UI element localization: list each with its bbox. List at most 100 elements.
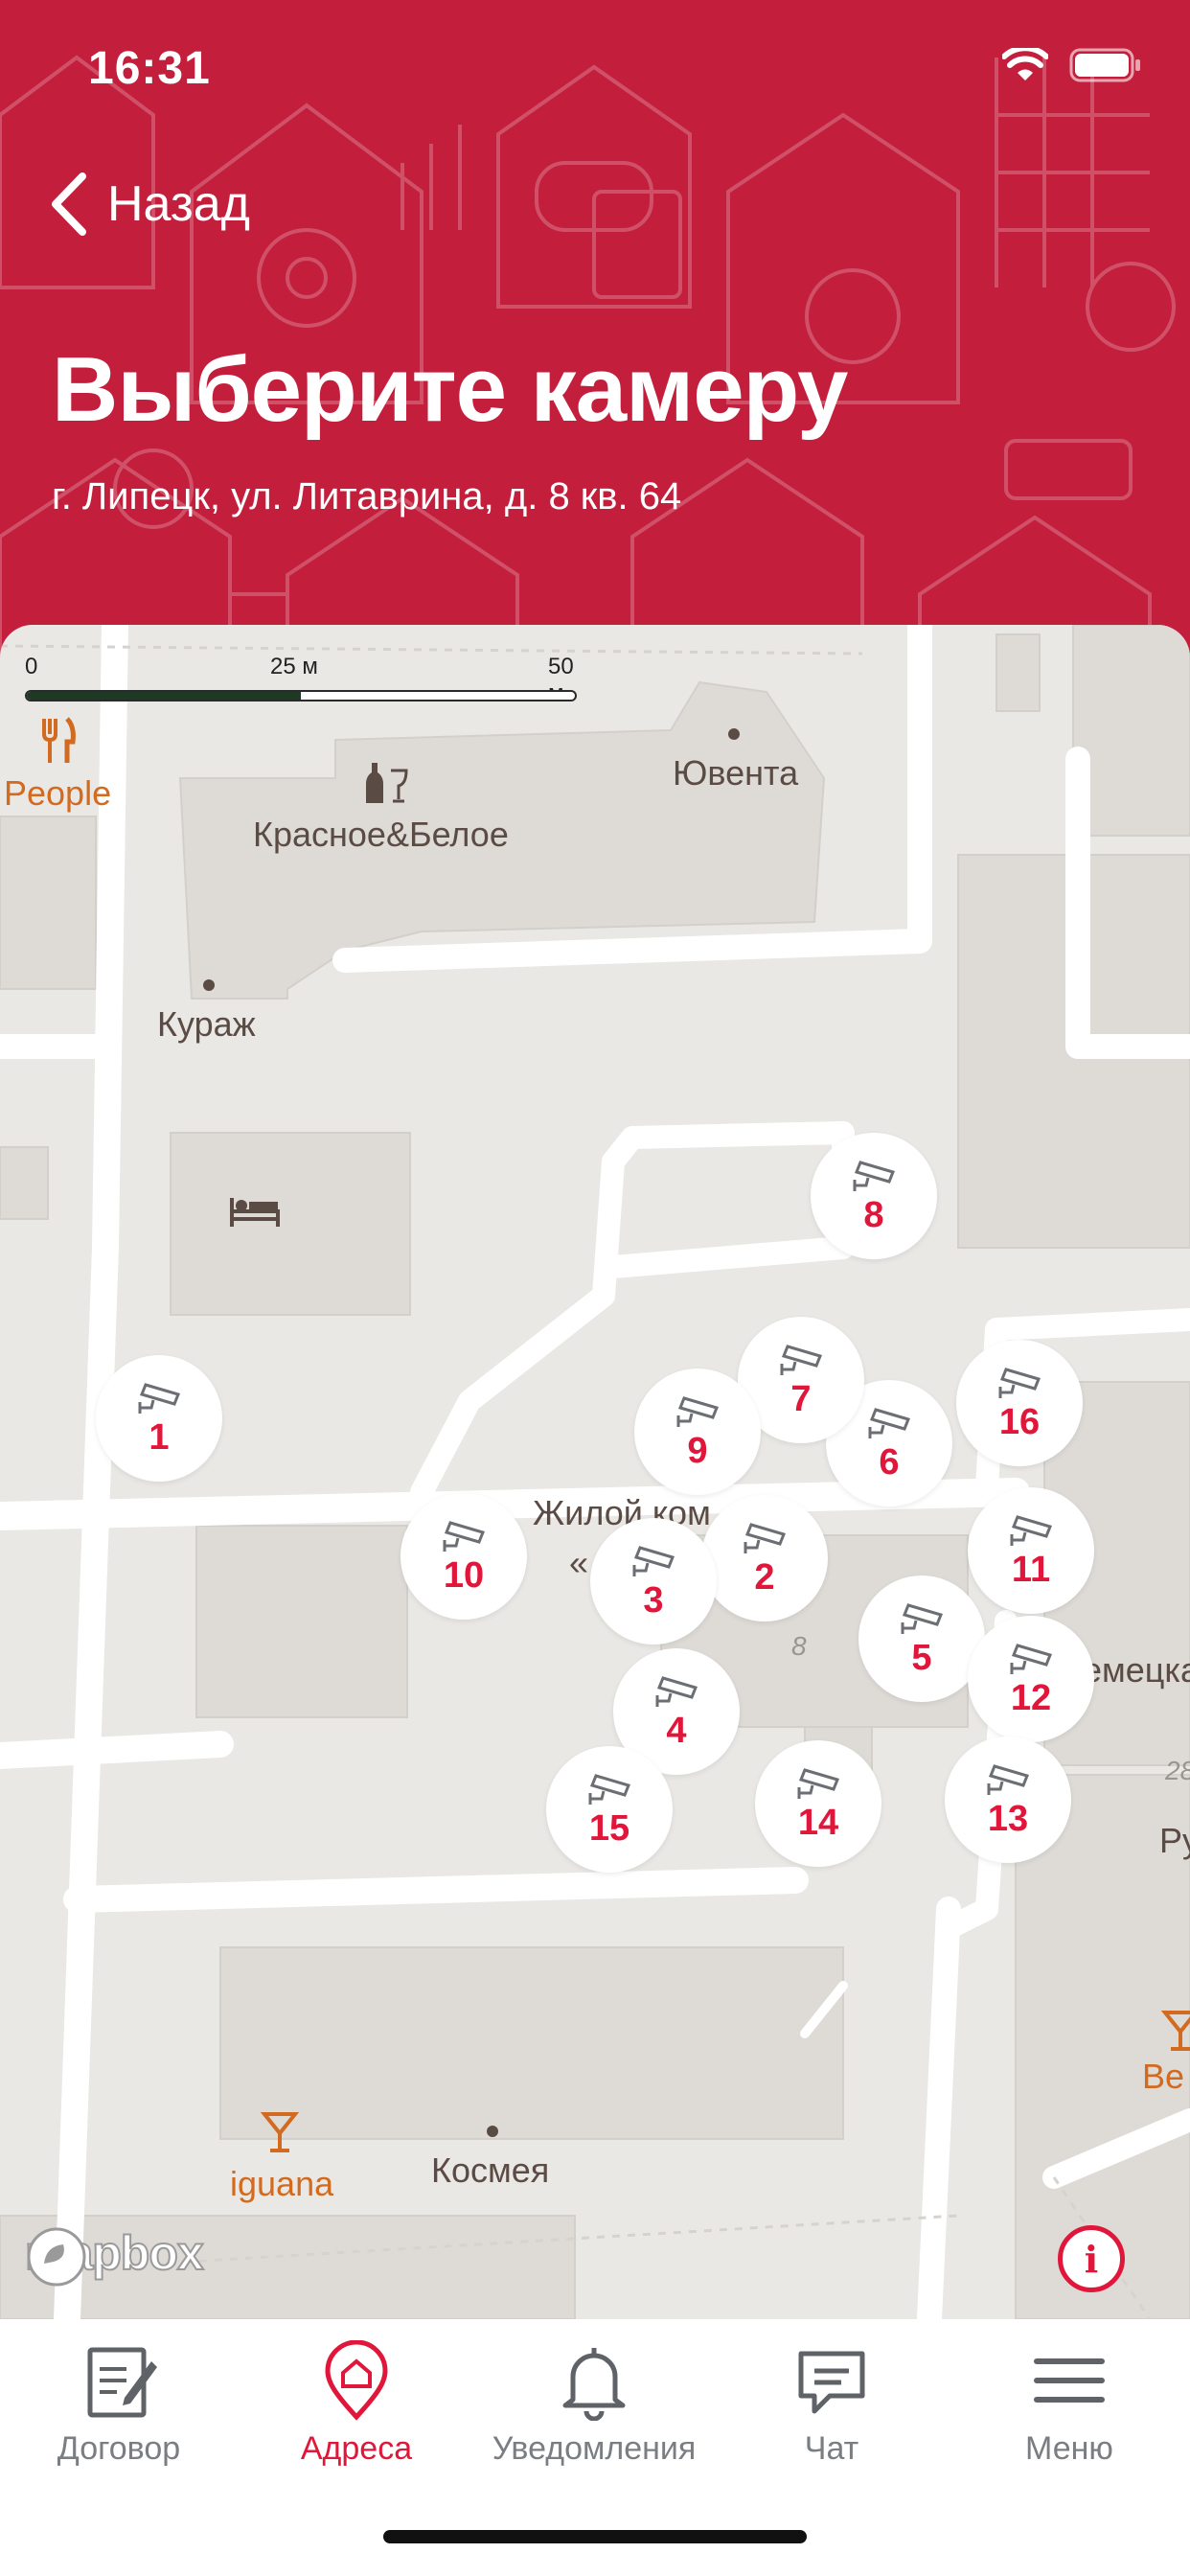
poi-ru[interactable]: Ру (1159, 1821, 1190, 1861)
camera-marker-8[interactable]: 8 (811, 1133, 937, 1259)
mapbox-icon (27, 2227, 86, 2287)
cctv-camera-icon (868, 1408, 911, 1438)
camera-number: 1 (149, 1417, 170, 1458)
camera-number: 7 (790, 1379, 812, 1419)
camera-number: 13 (987, 1799, 1029, 1839)
camera-marker-14[interactable]: 14 (755, 1740, 881, 1867)
back-button[interactable]: Назад (50, 172, 250, 236)
camera-number: 3 (643, 1580, 664, 1621)
camera-marker-12[interactable]: 12 (968, 1616, 1094, 1742)
address-pin-icon (325, 2340, 388, 2421)
cctv-camera-icon (744, 1523, 787, 1553)
camera-marker-11[interactable]: 11 (968, 1487, 1094, 1614)
camera-marker-3[interactable]: 3 (590, 1518, 717, 1644)
poi-yuventa[interactable]: Ювента (673, 753, 798, 794)
cctv-camera-icon (987, 1764, 1030, 1795)
cctv-camera-icon (998, 1368, 1041, 1398)
cctv-camera-icon (1010, 1644, 1053, 1674)
poi-people[interactable]: People (4, 773, 111, 814)
cctv-camera-icon (588, 1774, 631, 1805)
camera-marker-9[interactable]: 9 (634, 1368, 761, 1495)
poi-krasnoe-beloe[interactable]: Красное&Белое (253, 815, 509, 855)
camera-number: 6 (879, 1442, 900, 1483)
map[interactable]: 0 25 м 50 м People Красное&Белое Ювента … (0, 625, 1190, 2319)
header: 16:31 Назад Выберите камеру г. Липецк, у… (0, 0, 1190, 671)
mapbox-logo[interactable]: mapbox (24, 2225, 205, 2287)
poi-dot (203, 979, 215, 991)
cctv-camera-icon (138, 1383, 181, 1414)
camera-number: 2 (754, 1557, 775, 1598)
tab-label: Договор (57, 2430, 181, 2467)
map-info-button[interactable]: i (1058, 2225, 1125, 2292)
poi-be[interactable]: Be (1142, 2057, 1184, 2097)
camera-number: 11 (1011, 1550, 1051, 1590)
status-icons (1002, 48, 1142, 82)
tab-menu[interactable]: Меню (950, 2340, 1188, 2503)
poi-kurazh[interactable]: Кураж (157, 1004, 256, 1045)
page-title: Выберите камеру (52, 338, 848, 441)
camera-number: 5 (911, 1638, 932, 1678)
wifi-icon (1002, 48, 1048, 80)
back-label: Назад (107, 176, 250, 232)
scale-bar (25, 690, 577, 702)
house-number-28: 28 (1165, 1756, 1190, 1785)
cctv-camera-icon (443, 1521, 486, 1552)
home-indicator[interactable] (383, 2530, 807, 2543)
cctv-camera-icon (797, 1768, 840, 1799)
poi-kosmeya[interactable]: Космея (431, 2150, 549, 2191)
tab-notifications[interactable]: Уведомления (475, 2340, 713, 2503)
address-text: г. Липецк, ул. Литаврина, д. 8 кв. 64 (52, 475, 682, 518)
info-icon: i (1084, 2237, 1099, 2281)
camera-marker-5[interactable]: 5 (858, 1576, 985, 1702)
poi-zhiloy-quote: « (569, 1543, 589, 1582)
restaurant-icon (42, 717, 76, 763)
camera-number: 9 (687, 1431, 708, 1471)
camera-marker-15[interactable]: 15 (546, 1746, 673, 1873)
cctv-camera-icon (1010, 1515, 1053, 1546)
camera-marker-13[interactable]: 13 (945, 1736, 1071, 1863)
camera-number: 15 (588, 1808, 630, 1849)
poi-dot (728, 728, 740, 740)
poi-dot (487, 2126, 498, 2137)
chat-icon (798, 2351, 865, 2414)
cctv-camera-icon (676, 1396, 720, 1427)
camera-marker-16[interactable]: 16 (956, 1340, 1083, 1466)
scale-label-25: 25 м (270, 654, 318, 679)
camera-number: 14 (797, 1803, 839, 1843)
bell-icon (562, 2348, 626, 2421)
tab-label: Уведомления (492, 2430, 697, 2467)
camera-marker-1[interactable]: 1 (96, 1355, 222, 1482)
tab-label: Адреса (300, 2430, 413, 2467)
camera-marker-2[interactable]: 2 (701, 1495, 828, 1622)
chevron-left-icon (52, 172, 86, 236)
cocktail-icon (1161, 2011, 1190, 2051)
tab-label: Меню (1025, 2430, 1113, 2467)
cctv-camera-icon (853, 1161, 896, 1191)
camera-marker-10[interactable]: 10 (400, 1493, 527, 1620)
camera-number: 4 (666, 1711, 687, 1751)
cctv-camera-icon (901, 1603, 944, 1634)
contract-icon (87, 2347, 157, 2418)
wine-shop-icon (366, 763, 408, 803)
scale-label-0: 0 (25, 654, 38, 679)
battery-icon (1069, 48, 1140, 82)
poi-nemeckaya[interactable]: емецка (1083, 1650, 1190, 1690)
map-scale: 0 25 м 50 м (25, 654, 581, 730)
poi-iguana[interactable]: iguana (230, 2164, 333, 2204)
camera-number: 12 (1010, 1678, 1052, 1718)
hotel-icon (230, 1198, 280, 1227)
camera-number: 10 (443, 1555, 485, 1596)
camera-number: 16 (998, 1402, 1041, 1442)
tab-addresses[interactable]: Адреса (238, 2340, 475, 2503)
house-number: 8 (791, 1631, 807, 1661)
camera-number: 8 (863, 1195, 884, 1235)
tab-chat[interactable]: Чат (713, 2340, 950, 2503)
cctv-camera-icon (780, 1345, 823, 1375)
status-time: 16:31 (88, 43, 211, 94)
cctv-camera-icon (632, 1546, 675, 1576)
cctv-camera-icon (655, 1676, 698, 1707)
tab-label: Чат (804, 2430, 859, 2467)
tab-contract[interactable]: Договор (0, 2340, 238, 2503)
cocktail-icon (261, 2112, 299, 2152)
header-pattern (0, 55, 1176, 671)
